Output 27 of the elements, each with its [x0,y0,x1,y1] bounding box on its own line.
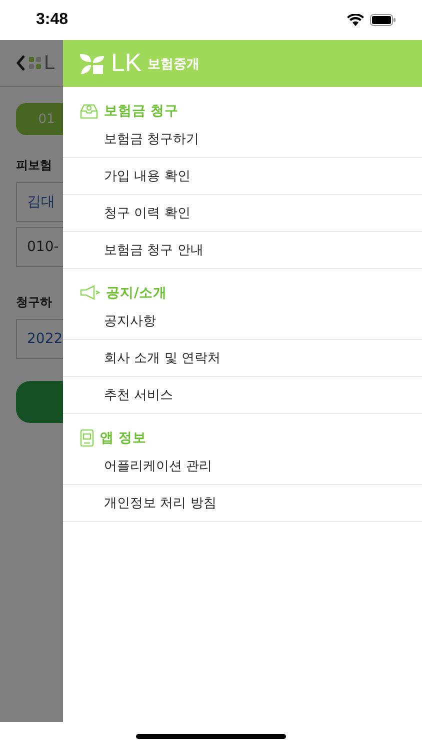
menu-item[interactable]: 추천 서비스 [63,377,422,414]
menu-item[interactable]: 공지사항 [63,303,422,340]
menu-item[interactable]: 가입 내용 확인 [63,158,422,195]
menu-item[interactable]: 보험금 청구 안내 [63,232,422,269]
brand-subtitle: 보험중개 [148,56,200,72]
logo-text: L [44,52,56,74]
leaf-logo-icon [29,57,41,69]
field-label: 청구하 [16,294,53,311]
leaf-logo-icon [79,52,105,74]
menu-item[interactable]: 청구 이력 확인 [63,195,422,232]
back-icon[interactable] [16,55,26,71]
phone-icon [80,429,94,447]
battery-icon [370,14,396,26]
section-heading: 공지/소개 [106,284,167,302]
wifi-icon [347,14,364,26]
menu-item[interactable]: 개인정보 처리 방침 [63,485,422,522]
status-time: 3:48 [36,11,68,29]
menu-item[interactable]: 회사 소개 및 연락처 [63,340,422,377]
section-heading: 보험금 청구 [104,102,179,120]
step-badge: 01 [16,103,63,135]
field-label: 피보험 [16,157,53,174]
section-heading: 앱 정보 [100,429,147,447]
menu-item[interactable]: 보험금 청구하기 [63,121,422,158]
menu-item[interactable]: 어플리케이션 관리 [63,448,422,485]
brand-name: LK [111,49,142,78]
tray-icon [80,103,98,119]
megaphone-icon [80,285,100,301]
